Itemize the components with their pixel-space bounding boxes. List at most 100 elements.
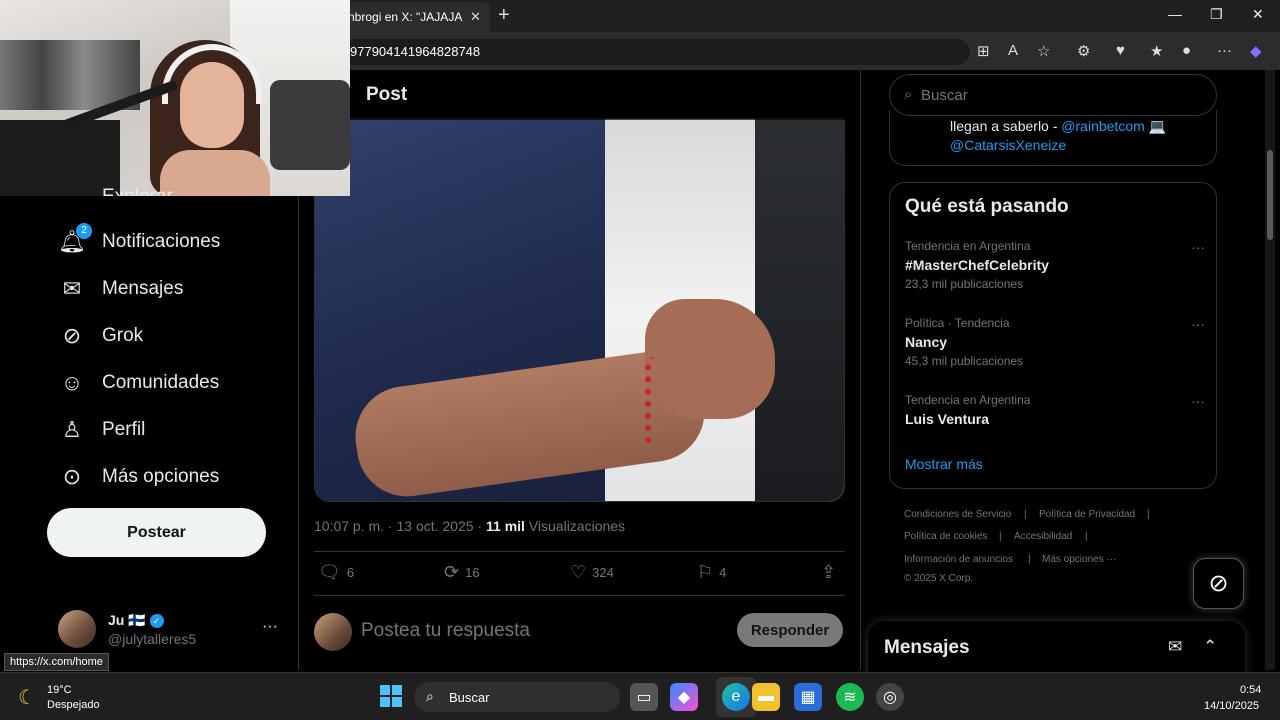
task-view-icon[interactable]: ▭ — [630, 683, 658, 711]
nav-label: Comunidades — [102, 372, 220, 393]
footer-link-privacy[interactable]: Política de Privacidad — [1039, 509, 1135, 520]
read-aloud-icon[interactable]: A — [1008, 42, 1018, 59]
post-image[interactable] — [314, 118, 845, 502]
moon-weather-icon[interactable]: ☾ — [18, 685, 36, 710]
like-action[interactable]: ♡ 324 — [570, 562, 614, 583]
screen: nbrogi en X: "JAJAJA K ✕ + — ❐ ✕ 9779041… — [0, 0, 1280, 720]
reply-input[interactable]: Postea tu respuesta — [361, 620, 530, 642]
page-scrollbar[interactable] — [1265, 70, 1275, 670]
image-region — [645, 299, 775, 419]
reply-button[interactable]: Responder — [737, 613, 843, 647]
search-input[interactable]: ⌕ Buscar — [889, 74, 1217, 116]
trend-name: Luis Ventura — [905, 411, 990, 427]
copilot-app-icon[interactable]: ◆ — [670, 683, 698, 711]
new-message-icon[interactable]: ✉ — [1168, 637, 1182, 657]
nav-profile[interactable]: ♙ Perfil — [58, 415, 145, 445]
avatar — [314, 613, 352, 651]
image-region — [755, 119, 844, 501]
maximize-icon[interactable]: ❐ — [1210, 6, 1223, 23]
clock-time[interactable]: 0:54 — [1240, 684, 1261, 696]
footer-link-more[interactable]: Más opciones ··· — [1042, 554, 1116, 565]
trend-more-icon[interactable]: ··· — [1191, 239, 1205, 255]
split-screen-icon[interactable]: ⊞ — [977, 42, 990, 60]
webcam-overlay: Explorar — [0, 0, 350, 196]
trend-count: 45,3 mil publicaciones — [905, 354, 1024, 368]
post-button[interactable]: Postear — [47, 508, 266, 557]
trend-more-icon[interactable]: ··· — [1191, 316, 1205, 332]
edge-browser-icon[interactable]: e — [722, 683, 750, 711]
more-options-icon: ⊙ — [62, 464, 82, 489]
obs-icon[interactable]: ◎ — [876, 683, 904, 711]
extensions-icon[interactable]: ⚙ — [1077, 42, 1090, 60]
promo-link[interactable]: @rainbetcom — [1061, 118, 1144, 134]
favorites-icon[interactable]: ★ — [1150, 42, 1163, 60]
weather-desc[interactable]: Despejado — [47, 699, 100, 711]
share-action[interactable]: ⇪ — [821, 562, 842, 583]
image-region — [0, 120, 120, 196]
favorite-star-icon[interactable]: ☆ — [1037, 42, 1050, 60]
tab-title: nbrogi en X: "JAJAJA K — [348, 10, 466, 24]
nav-explore-partial[interactable]: Explorar — [102, 186, 173, 196]
expand-icon[interactable]: ⌃ — [1203, 637, 1217, 657]
grok-floating-button[interactable]: ⊘ — [1193, 558, 1244, 609]
account-more-icon[interactable]: ··· — [262, 618, 278, 636]
notification-badge: 2 — [76, 223, 92, 239]
right-divider — [860, 70, 861, 670]
mail-icon: ✉ — [62, 276, 82, 301]
trend-item[interactable]: Tendencia en Argentina #MasterChefCelebr… — [905, 239, 1205, 301]
footer-link-ads[interactable]: Información de anuncios — [904, 554, 1013, 565]
tab-close-icon[interactable]: ✕ — [470, 9, 481, 25]
browser-essentials-icon[interactable]: ♥ — [1116, 42, 1125, 59]
nav-more-options[interactable]: ⊙ Más opciones — [58, 462, 219, 492]
nav-grok[interactable]: ⊘ Grok — [58, 321, 143, 351]
post-header: Post — [350, 70, 860, 120]
spotify-icon[interactable]: ≋ — [836, 683, 864, 711]
reply-action[interactable]: 🗨︎ 6 — [318, 562, 354, 583]
nav-notifications[interactable]: 🔔︎ 2 Notificaciones — [58, 223, 220, 257]
profile-avatar-icon[interactable]: ● — [1182, 42, 1191, 59]
file-explorer-icon[interactable]: ▬ — [752, 683, 780, 711]
reply-composer: Postea tu respuesta Responder — [314, 612, 845, 652]
footer-link-cookies[interactable]: Política de cookies — [904, 531, 987, 542]
reply-count: 6 — [346, 565, 355, 580]
image-region — [270, 80, 350, 170]
bell-icon: 🔔︎ 2 — [58, 223, 92, 255]
trend-item[interactable]: Política · Tendencia Nancy 45,3 mil publ… — [905, 316, 1205, 378]
promo-text: llegan a saberlo - @rainbetcom 💻 — [950, 118, 1167, 134]
trend-item[interactable]: Tendencia en Argentina Luis Ventura ··· — [905, 393, 1205, 455]
copilot-icon[interactable]: ◆ — [1250, 42, 1262, 60]
trend-name: #MasterChefCelebrity — [905, 257, 1049, 273]
weather-temp[interactable]: 19°C — [47, 684, 72, 696]
show-more-link[interactable]: Mostrar más — [905, 456, 983, 472]
account-switcher[interactable]: Ju 🇫🇮 ✓ @julytalleres5 ··· — [58, 608, 286, 652]
nav-communities[interactable]: ☺ Comunidades — [58, 368, 219, 398]
post-time[interactable]: 10:07 p. m. · 13 oct. 2025 · — [314, 518, 486, 534]
status-bar-url: https://x.com/home — [4, 653, 109, 671]
url-field[interactable]: 977904141964828748 — [340, 39, 970, 65]
close-window-icon[interactable]: ✕ — [1252, 6, 1264, 23]
footer-link-accessibility[interactable]: Accesibilidad — [1014, 531, 1072, 542]
like-count: 324 — [592, 565, 614, 580]
settings-more-icon[interactable]: ··· — [1217, 42, 1232, 59]
nav-messages[interactable]: ✉ Mensajes — [58, 274, 184, 304]
repost-action[interactable]: ⟳ 16 — [444, 562, 480, 583]
promo-link[interactable]: @CatarsisXeneize — [950, 137, 1066, 153]
footer-link-terms[interactable]: Condiciones de Servicio — [904, 509, 1011, 520]
clock-date[interactable]: 14/10/2025 — [1204, 700, 1259, 712]
scrollbar-thumb[interactable] — [1267, 150, 1273, 240]
search-icon: ⌕ — [426, 688, 434, 704]
promoted-card: llegan a saberlo - @rainbetcom 💻 @Catars… — [889, 110, 1217, 166]
windows-start-icon[interactable] — [380, 685, 402, 707]
taskbar-search-label: Buscar — [449, 690, 490, 705]
taskbar-search[interactable]: ⌕ Buscar — [414, 682, 620, 712]
minimize-icon[interactable]: — — [1168, 6, 1182, 22]
communities-icon: ☺ — [60, 370, 84, 395]
trend-more-icon[interactable]: ··· — [1191, 393, 1205, 409]
footer-copyright: © 2025 X Corp. — [904, 573, 974, 584]
store-icon[interactable]: ▦ — [794, 683, 822, 711]
bookmark-action[interactable]: ⚐ 4 — [697, 562, 726, 583]
footer-separator: | — [1085, 531, 1088, 542]
new-tab-icon[interactable]: + — [498, 4, 510, 27]
page-title: Post — [366, 84, 408, 105]
browser-tab[interactable]: nbrogi en X: "JAJAJA K ✕ — [340, 2, 490, 32]
